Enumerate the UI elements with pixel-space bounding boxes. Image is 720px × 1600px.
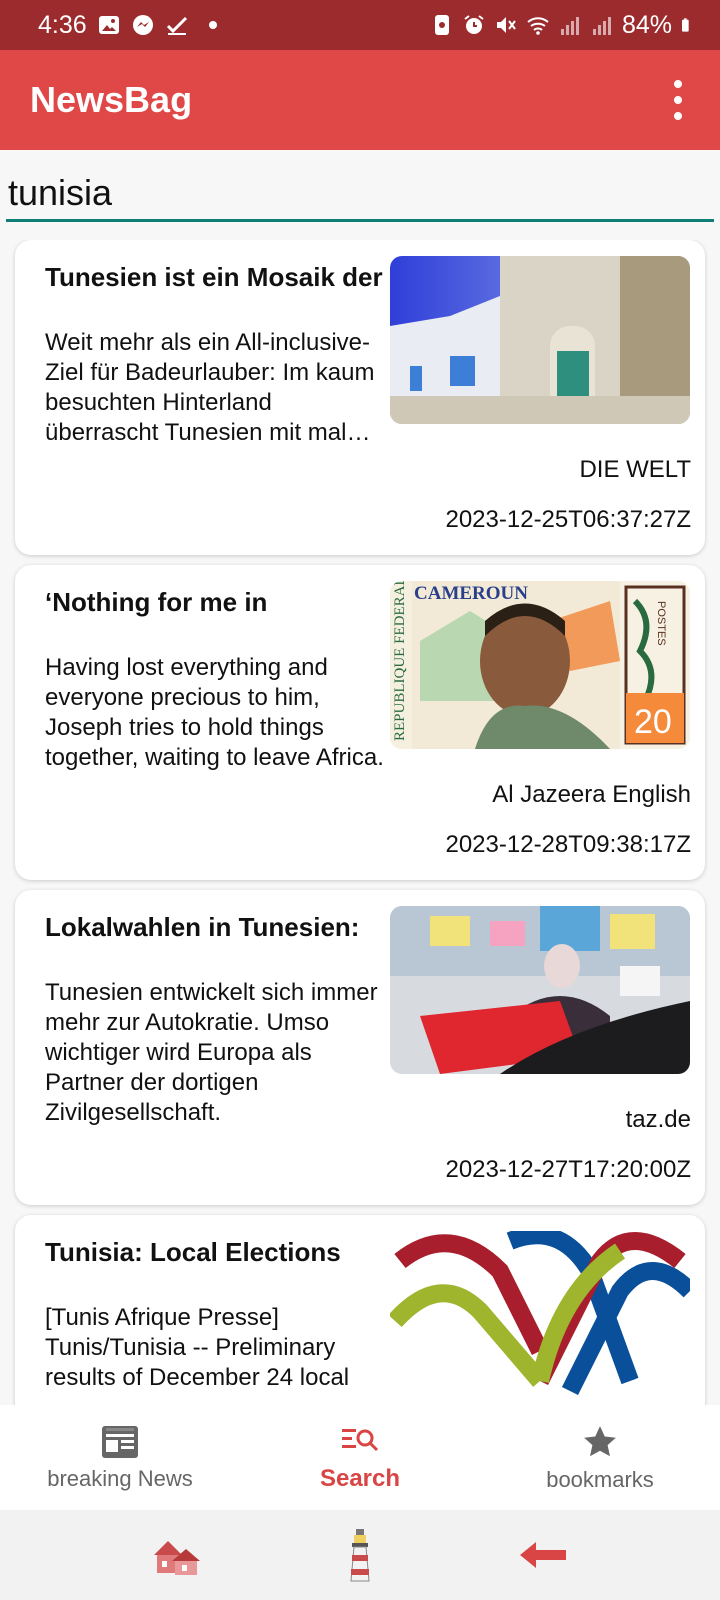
app-title: NewsBag (30, 79, 193, 120)
notification-dot (208, 21, 217, 29)
app-bar: NewsBag (0, 50, 720, 150)
messenger-icon (132, 15, 153, 35)
battery-icon (682, 18, 689, 32)
article-description: Tunesien entwickelt sich immer mehr zur … (45, 979, 378, 1126)
article-source: Al Jazeera English (492, 781, 691, 808)
search-input[interactable] (6, 168, 714, 218)
nav-breaking-news[interactable]: breaking News (0, 1405, 240, 1510)
gallery-icon (98, 16, 119, 34)
more-vert-icon[interactable] (666, 80, 690, 120)
nav-search[interactable]: Search (240, 1405, 480, 1510)
article-title: Tunesien ist ein Mosaik der (45, 262, 383, 292)
article-card[interactable]: Tunisia: Local Elections [Tunis Afrique … (15, 1215, 705, 1405)
article-source: DIE WELT (579, 456, 691, 483)
article-title: Tunisia: Local Elections (45, 1237, 341, 1267)
stamp-top-text: CAMEROUN (414, 583, 528, 604)
article-image (390, 256, 690, 424)
newspaper-icon (102, 1425, 138, 1458)
article-image: REPUBLIQUE FEDERALE DU CAMEROUN POSTES 2… (390, 581, 690, 749)
status-bar: 4:36 84% (0, 0, 720, 50)
article-card[interactable]: Lokalwahlen in Tunesien: Tunesien entwic… (15, 890, 705, 1205)
signal-icon-2 (592, 17, 611, 35)
bottom-navigation: breaking News Search bookmarks (0, 1405, 720, 1510)
mute-icon (496, 17, 516, 33)
stamp-value-text: 20 (634, 703, 672, 741)
article-date: 2023-12-25T06:37:27Z (445, 506, 691, 533)
system-navigation-bar (0, 1510, 720, 1600)
article-title: ‘Nothing for me in (45, 587, 268, 617)
nav-label: breaking News (47, 1465, 193, 1491)
stamp-posts-text: POSTES (655, 601, 667, 646)
article-source: taz.de (625, 1106, 691, 1133)
article-date: 2023-12-27T17:20:00Z (445, 1156, 691, 1183)
article-image (390, 1231, 690, 1399)
check-icon (166, 16, 187, 35)
screenshot-icon (434, 15, 449, 35)
article-description: Having lost everything and everyone prec… (45, 654, 384, 771)
article-card[interactable]: ‘Nothing for me in Having lost everythin… (15, 565, 705, 880)
star-icon (584, 1425, 616, 1456)
wifi-icon (527, 17, 549, 35)
article-list[interactable]: Tunesien ist ein Mosaik der Weit mehr al… (0, 240, 720, 1405)
article-description: [Tunis Afrique Presse] Tunis/Tunisia -- … (45, 1304, 350, 1391)
nav-label: bookmarks (546, 1466, 654, 1492)
back-arrow-icon[interactable] (518, 1540, 568, 1570)
status-time: 4:36 (38, 10, 87, 39)
battery-percent: 84% (621, 10, 672, 39)
article-title: Lokalwahlen in Tunesien: (45, 912, 360, 942)
nav-bookmarks[interactable]: bookmarks (480, 1405, 720, 1510)
article-image (390, 906, 690, 1074)
search-list-icon (342, 1428, 379, 1451)
stamp-side-text: REPUBLIQUE FEDERALE DU (392, 581, 408, 741)
nav-label: Search (319, 1464, 401, 1492)
search-field (6, 168, 714, 222)
article-card[interactable]: Tunesien ist ein Mosaik der Weit mehr al… (15, 240, 705, 555)
alarm-icon (464, 15, 484, 34)
signal-icon (560, 17, 579, 35)
houses-icon[interactable] (152, 1533, 202, 1577)
lighthouse-icon[interactable] (345, 1527, 375, 1583)
article-date: 2023-12-28T09:38:17Z (445, 831, 691, 858)
article-description: Weit mehr als ein All-inclusive-Ziel für… (45, 329, 375, 446)
